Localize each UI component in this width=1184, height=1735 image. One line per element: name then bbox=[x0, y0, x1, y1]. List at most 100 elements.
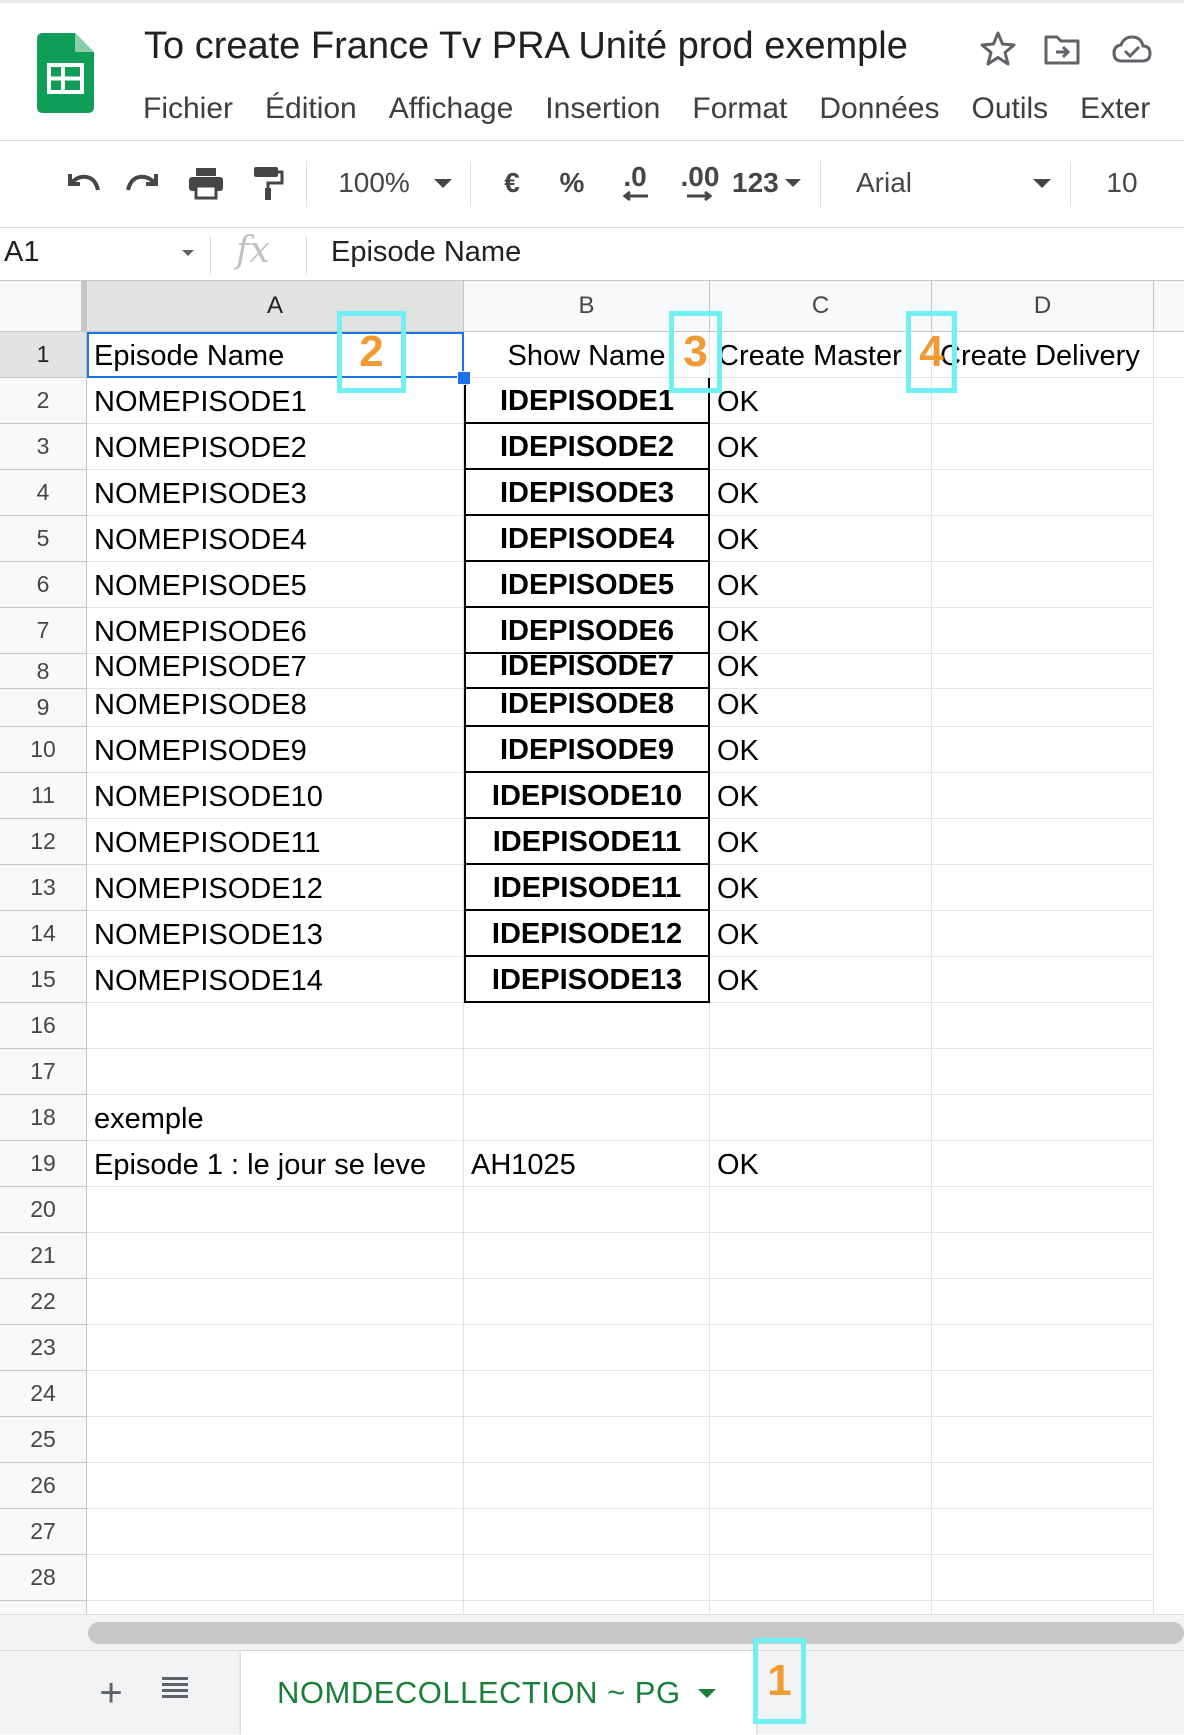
sheet-tab-menu-icon[interactable] bbox=[698, 1689, 716, 1698]
cell-a23[interactable] bbox=[87, 1325, 464, 1371]
cell-d6[interactable] bbox=[932, 562, 1154, 608]
number-format-select[interactable]: 123 bbox=[732, 161, 802, 205]
cell-a16[interactable] bbox=[87, 1003, 464, 1049]
cell-b13[interactable]: IDEPISODE11 bbox=[464, 865, 710, 911]
cell-a15[interactable]: NOMEPISODE14 bbox=[87, 957, 464, 1003]
cell-a25[interactable] bbox=[87, 1417, 464, 1463]
row-header[interactable]: 1 bbox=[0, 332, 87, 378]
row-header[interactable]: 5 bbox=[0, 516, 87, 562]
cell-d27[interactable] bbox=[932, 1509, 1154, 1555]
cell-d2[interactable] bbox=[932, 378, 1154, 424]
cell-d15[interactable] bbox=[932, 957, 1154, 1003]
column-header-a[interactable]: A bbox=[87, 281, 464, 332]
cloud-status-icon[interactable] bbox=[1110, 29, 1152, 69]
menu-donnees[interactable]: Données bbox=[819, 89, 939, 129]
cell-d13[interactable] bbox=[932, 865, 1154, 911]
cell-c14[interactable]: OK bbox=[710, 911, 932, 957]
decrease-decimals-button[interactable]: .0 bbox=[610, 161, 660, 205]
column-header-e[interactable] bbox=[1154, 281, 1184, 332]
cell-c13[interactable]: OK bbox=[710, 865, 932, 911]
cell-b12[interactable]: IDEPISODE11 bbox=[464, 819, 710, 865]
menu-affichage[interactable]: Affichage bbox=[389, 89, 514, 129]
column-header-d[interactable]: D bbox=[932, 281, 1154, 332]
cell-c1[interactable]: Create Master bbox=[710, 332, 932, 378]
cell-d4[interactable] bbox=[932, 470, 1154, 516]
cell-a4[interactable]: NOMEPISODE3 bbox=[87, 470, 464, 516]
undo-icon[interactable] bbox=[60, 161, 104, 205]
row-header[interactable]: 13 bbox=[0, 865, 87, 911]
cell-b19[interactable]: AH1025 bbox=[464, 1141, 710, 1187]
cell-c27[interactable] bbox=[710, 1509, 932, 1555]
row-header[interactable]: 16 bbox=[0, 1003, 87, 1049]
row-header[interactable]: 3 bbox=[0, 424, 87, 470]
cell-d10[interactable] bbox=[932, 727, 1154, 773]
cell-c4[interactable]: OK bbox=[710, 470, 932, 516]
cell-d18[interactable] bbox=[932, 1095, 1154, 1141]
row-header[interactable]: 9 bbox=[0, 689, 87, 727]
move-to-folder-icon[interactable] bbox=[1042, 29, 1082, 69]
cell-b6[interactable]: IDEPISODE5 bbox=[464, 562, 710, 608]
cell-c25[interactable] bbox=[710, 1417, 932, 1463]
all-sheets-icon[interactable] bbox=[160, 1673, 194, 1713]
row-header[interactable]: 7 bbox=[0, 608, 87, 654]
cell-d21[interactable] bbox=[932, 1233, 1154, 1279]
cell-b27[interactable] bbox=[464, 1509, 710, 1555]
cell-a10[interactable]: NOMEPISODE9 bbox=[87, 727, 464, 773]
cell-a2[interactable]: NOMEPISODE1 bbox=[87, 378, 464, 424]
cell-b14[interactable]: IDEPISODE12 bbox=[464, 911, 710, 957]
row-header[interactable]: 15 bbox=[0, 957, 87, 1003]
cell-a11[interactable]: NOMEPISODE10 bbox=[87, 773, 464, 819]
add-sheet-icon[interactable]: + bbox=[94, 1669, 128, 1717]
menu-insertion[interactable]: Insertion bbox=[545, 89, 660, 129]
cell-a28[interactable] bbox=[87, 1555, 464, 1601]
cell-b8[interactable]: IDEPISODE7 bbox=[464, 650, 710, 689]
cell-a9[interactable]: NOMEPISODE8 bbox=[87, 689, 464, 727]
cell-b3[interactable]: IDEPISODE2 bbox=[464, 424, 710, 470]
cell-a21[interactable] bbox=[87, 1233, 464, 1279]
row-header[interactable]: 4 bbox=[0, 470, 87, 516]
row-header[interactable]: 27 bbox=[0, 1509, 87, 1555]
cell-a6[interactable]: NOMEPISODE5 bbox=[87, 562, 464, 608]
cell-b23[interactable] bbox=[464, 1325, 710, 1371]
cell-c16[interactable] bbox=[710, 1003, 932, 1049]
cell-c7[interactable]: OK bbox=[710, 608, 932, 654]
cell-a22[interactable] bbox=[87, 1279, 464, 1325]
row-header[interactable]: 20 bbox=[0, 1187, 87, 1233]
cell-b7[interactable]: IDEPISODE6 bbox=[464, 608, 710, 654]
cell-c10[interactable]: OK bbox=[710, 727, 932, 773]
zoom-select[interactable]: 100% bbox=[334, 161, 414, 205]
cell-a20[interactable] bbox=[87, 1187, 464, 1233]
cell-a13[interactable]: NOMEPISODE12 bbox=[87, 865, 464, 911]
cell-d11[interactable] bbox=[932, 773, 1154, 819]
cell-b24[interactable] bbox=[464, 1371, 710, 1417]
row-header[interactable]: 11 bbox=[0, 773, 87, 819]
cell-d16[interactable] bbox=[932, 1003, 1154, 1049]
cell-a3[interactable]: NOMEPISODE2 bbox=[87, 424, 464, 470]
sheet-tab-active[interactable]: NOMDECOLLECTION ~ PG bbox=[241, 1651, 756, 1735]
fill-handle[interactable] bbox=[457, 371, 471, 385]
cell-a5[interactable]: NOMEPISODE4 bbox=[87, 516, 464, 562]
cell-b18[interactable] bbox=[464, 1095, 710, 1141]
cell-a8[interactable]: NOMEPISODE7 bbox=[87, 651, 464, 689]
cell-c5[interactable]: OK bbox=[710, 516, 932, 562]
cell-b20[interactable] bbox=[464, 1187, 710, 1233]
cell-c18[interactable] bbox=[710, 1095, 932, 1141]
cell-c15[interactable]: OK bbox=[710, 957, 932, 1003]
cell-c23[interactable] bbox=[710, 1325, 932, 1371]
cell-b22[interactable] bbox=[464, 1279, 710, 1325]
cell-d24[interactable] bbox=[932, 1371, 1154, 1417]
sheets-logo-icon[interactable] bbox=[37, 33, 94, 113]
cell-c11[interactable]: OK bbox=[710, 773, 932, 819]
row-header[interactable]: 8 bbox=[0, 654, 87, 689]
row-header[interactable]: 17 bbox=[0, 1049, 87, 1095]
cell-d9[interactable] bbox=[932, 689, 1154, 727]
menu-format[interactable]: Format bbox=[692, 89, 787, 129]
row-header[interactable]: 22 bbox=[0, 1279, 87, 1325]
cell-d14[interactable] bbox=[932, 911, 1154, 957]
row-header[interactable]: 14 bbox=[0, 911, 87, 957]
row-header[interactable]: 23 bbox=[0, 1325, 87, 1371]
cell-d19[interactable] bbox=[932, 1141, 1154, 1187]
cell-a19[interactable]: Episode 1 : le jour se leve bbox=[87, 1141, 464, 1187]
cell-c6[interactable]: OK bbox=[710, 562, 932, 608]
cell-d25[interactable] bbox=[932, 1417, 1154, 1463]
